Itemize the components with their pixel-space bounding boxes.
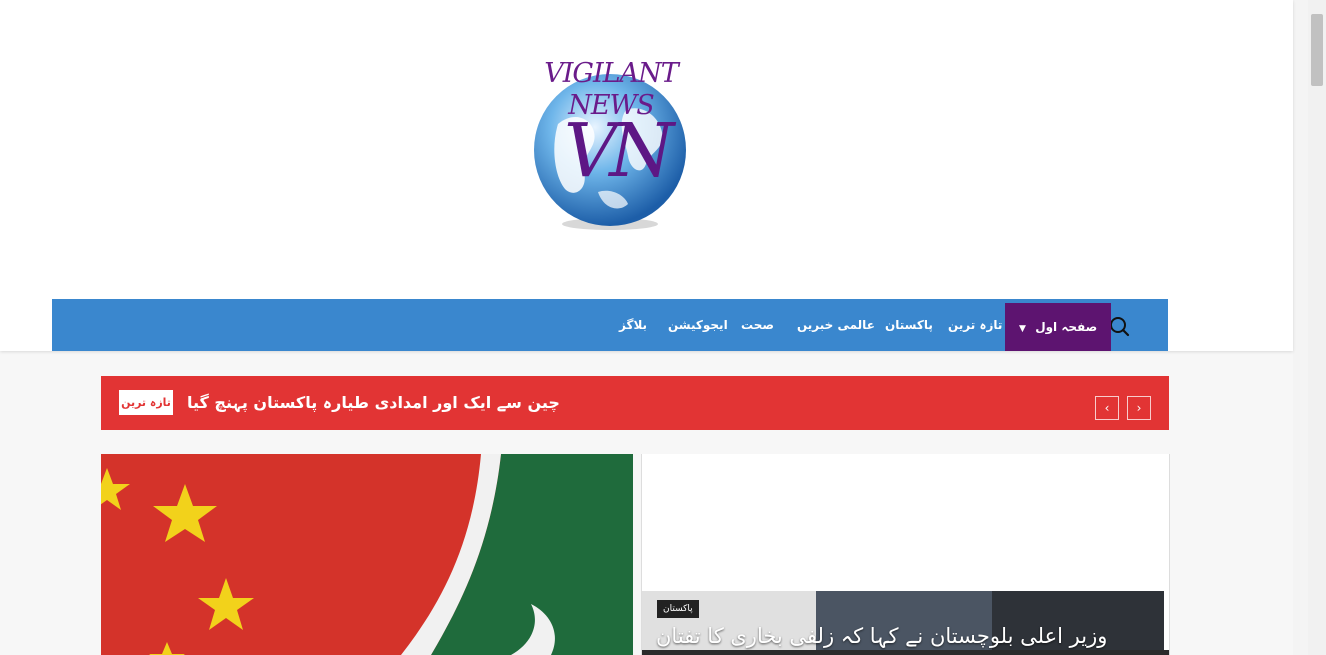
chevron-down-icon: ▼ (1019, 324, 1026, 334)
featured-article[interactable]: پاکستان وزیر اعلی بلوچستان نے کہا کہ زلف… (641, 454, 1170, 655)
nav-item-blogs[interactable]: بلاگز (619, 299, 647, 351)
featured-image-flags[interactable] (101, 454, 633, 655)
logo-text-vigilant: VIGILANT (544, 58, 678, 89)
ticker-badge: تازہ ترین (119, 390, 173, 415)
nav-item-world-news[interactable]: عالمی خبریں (797, 299, 875, 351)
nav-item-home-label: صفحہ اول (1035, 320, 1098, 334)
site-logo[interactable]: VIGILANT NEWS VN (528, 52, 694, 232)
scrollbar-thumb[interactable] (1311, 14, 1323, 86)
category-badge[interactable]: پاکستان (657, 600, 699, 618)
search-icon[interactable] (1108, 315, 1130, 337)
nav-item-latest[interactable]: تازہ ترین (948, 299, 1002, 351)
nav-item-health[interactable]: صحت (741, 299, 774, 351)
china-pakistan-flags-image (101, 454, 633, 655)
scrollbar[interactable] (1308, 0, 1326, 655)
ticker-headline[interactable]: چین سے ایک اور امدادی طیارہ پاکستان پہنچ… (187, 390, 560, 415)
news-ticker: تازہ ترین چین سے ایک اور امدادی طیارہ پا… (101, 376, 1169, 430)
featured-article-title[interactable]: وزیر اعلی بلوچستان نے کہا کہ زلفی بخاری … (656, 624, 1107, 648)
ticker-next-button[interactable]: › (1127, 396, 1151, 420)
page: VIGILANT NEWS VN ▼ صفحہ اول تازہ ترین پا… (0, 0, 1293, 655)
ticker-prev-button[interactable]: ‹ (1095, 396, 1119, 420)
featured-bottom-bar (642, 650, 1169, 655)
nav-item-home[interactable]: ▼ صفحہ اول (1005, 303, 1112, 351)
site-header: VIGILANT NEWS VN ▼ صفحہ اول تازہ ترین پا… (0, 0, 1293, 351)
main-nav: ▼ صفحہ اول تازہ ترین پاکستان عالمی خبریں… (52, 299, 1168, 351)
nav-item-education[interactable]: ایجوکیشن (668, 299, 728, 351)
nav-item-pakistan[interactable]: پاکستان (885, 299, 933, 351)
logo-monogram: VN (563, 108, 674, 194)
